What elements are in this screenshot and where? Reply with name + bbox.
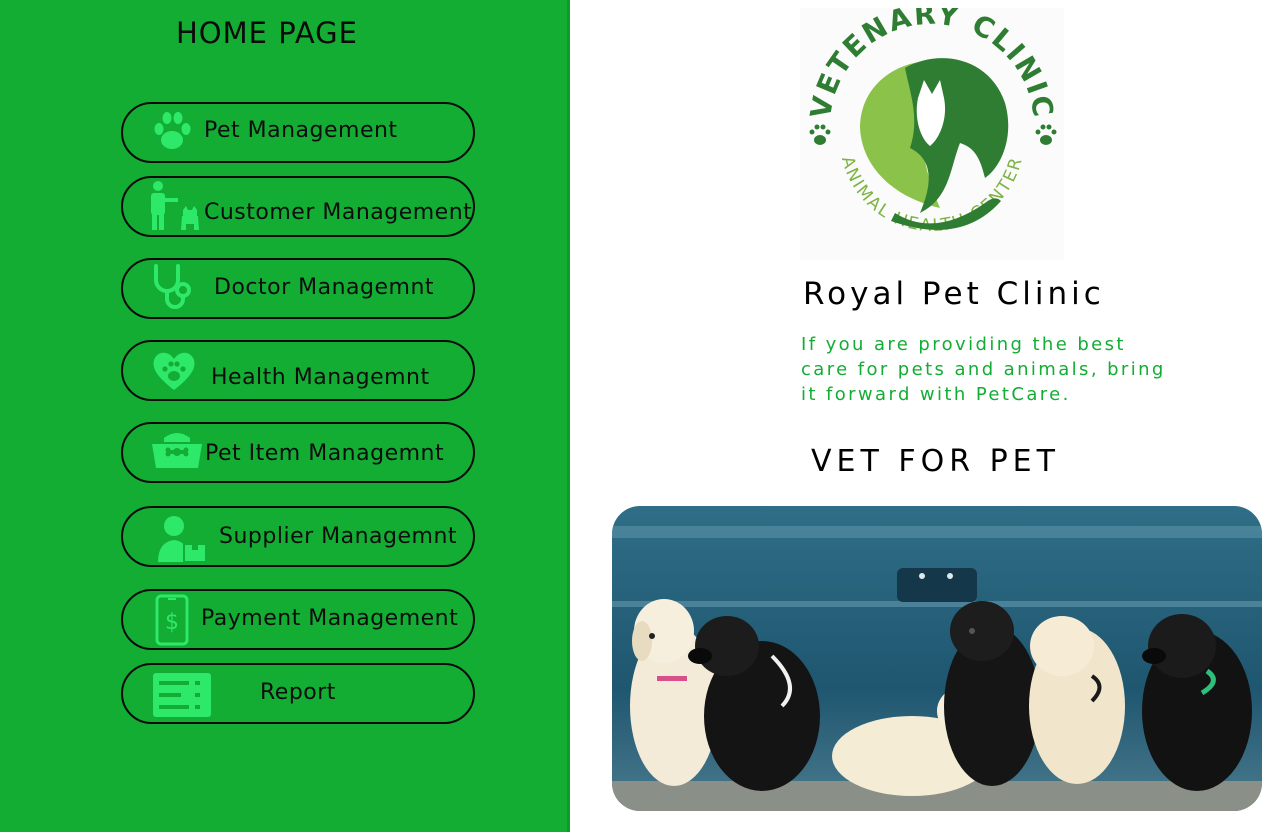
nav-label: Health Managemnt [211, 365, 430, 390]
nav-label: Payment Management [201, 606, 459, 631]
nav-label: Pet Item Managemnt [205, 441, 445, 466]
customer-management-button[interactable]: Customer Management [121, 176, 475, 237]
clinic-logo: VETENARY CLINIC ANIMAL HEALTH CENTER [800, 0, 1064, 260]
nav-label: Customer Management [204, 200, 473, 225]
pet-item-management-button[interactable]: Pet Item Managemnt [121, 422, 475, 483]
tagline: If you are providing the best care for p… [801, 334, 1166, 405]
person-with-dog-icon [151, 181, 199, 230]
right-paw-icon [1035, 124, 1057, 145]
puppies-photo [612, 506, 1262, 811]
puppies-illustration [612, 506, 1262, 811]
clinic-logo-graphic: VETENARY CLINIC ANIMAL HEALTH CENTER [804, 0, 1058, 236]
mobile-payment-icon: $ [155, 594, 189, 646]
supplier-management-button[interactable]: Supplier Managemnt [121, 506, 475, 567]
nav-label: Pet Management [204, 118, 398, 143]
left-paw-icon [809, 124, 831, 145]
pet-management-button[interactable]: Pet Management [121, 102, 475, 163]
nav-label: Supplier Managemnt [219, 524, 458, 549]
nav-label: Doctor Managemnt [214, 275, 435, 300]
health-management-button[interactable]: Health Managemnt [121, 340, 475, 401]
nav-label: Report [260, 680, 336, 705]
svg-text:$: $ [165, 610, 179, 635]
pet-bowl-icon [152, 433, 202, 468]
report-list-icon [153, 673, 211, 717]
payment-management-button[interactable]: $ Payment Management [121, 589, 475, 650]
page-title: HOME PAGE [176, 16, 358, 50]
report-button[interactable]: Report [121, 663, 475, 724]
vet-for-pet-heading: VET FOR PET [811, 444, 1060, 479]
doctor-management-button[interactable]: Doctor Managemnt [121, 258, 475, 319]
clinic-name: Royal Pet Clinic [803, 276, 1105, 312]
stethoscope-icon [154, 264, 191, 309]
sidebar: HOME PAGE Pet Management Customer Manage… [0, 0, 570, 832]
paw-icon [154, 112, 191, 149]
supplier-icon [158, 516, 207, 563]
heart-paw-icon [153, 352, 195, 390]
